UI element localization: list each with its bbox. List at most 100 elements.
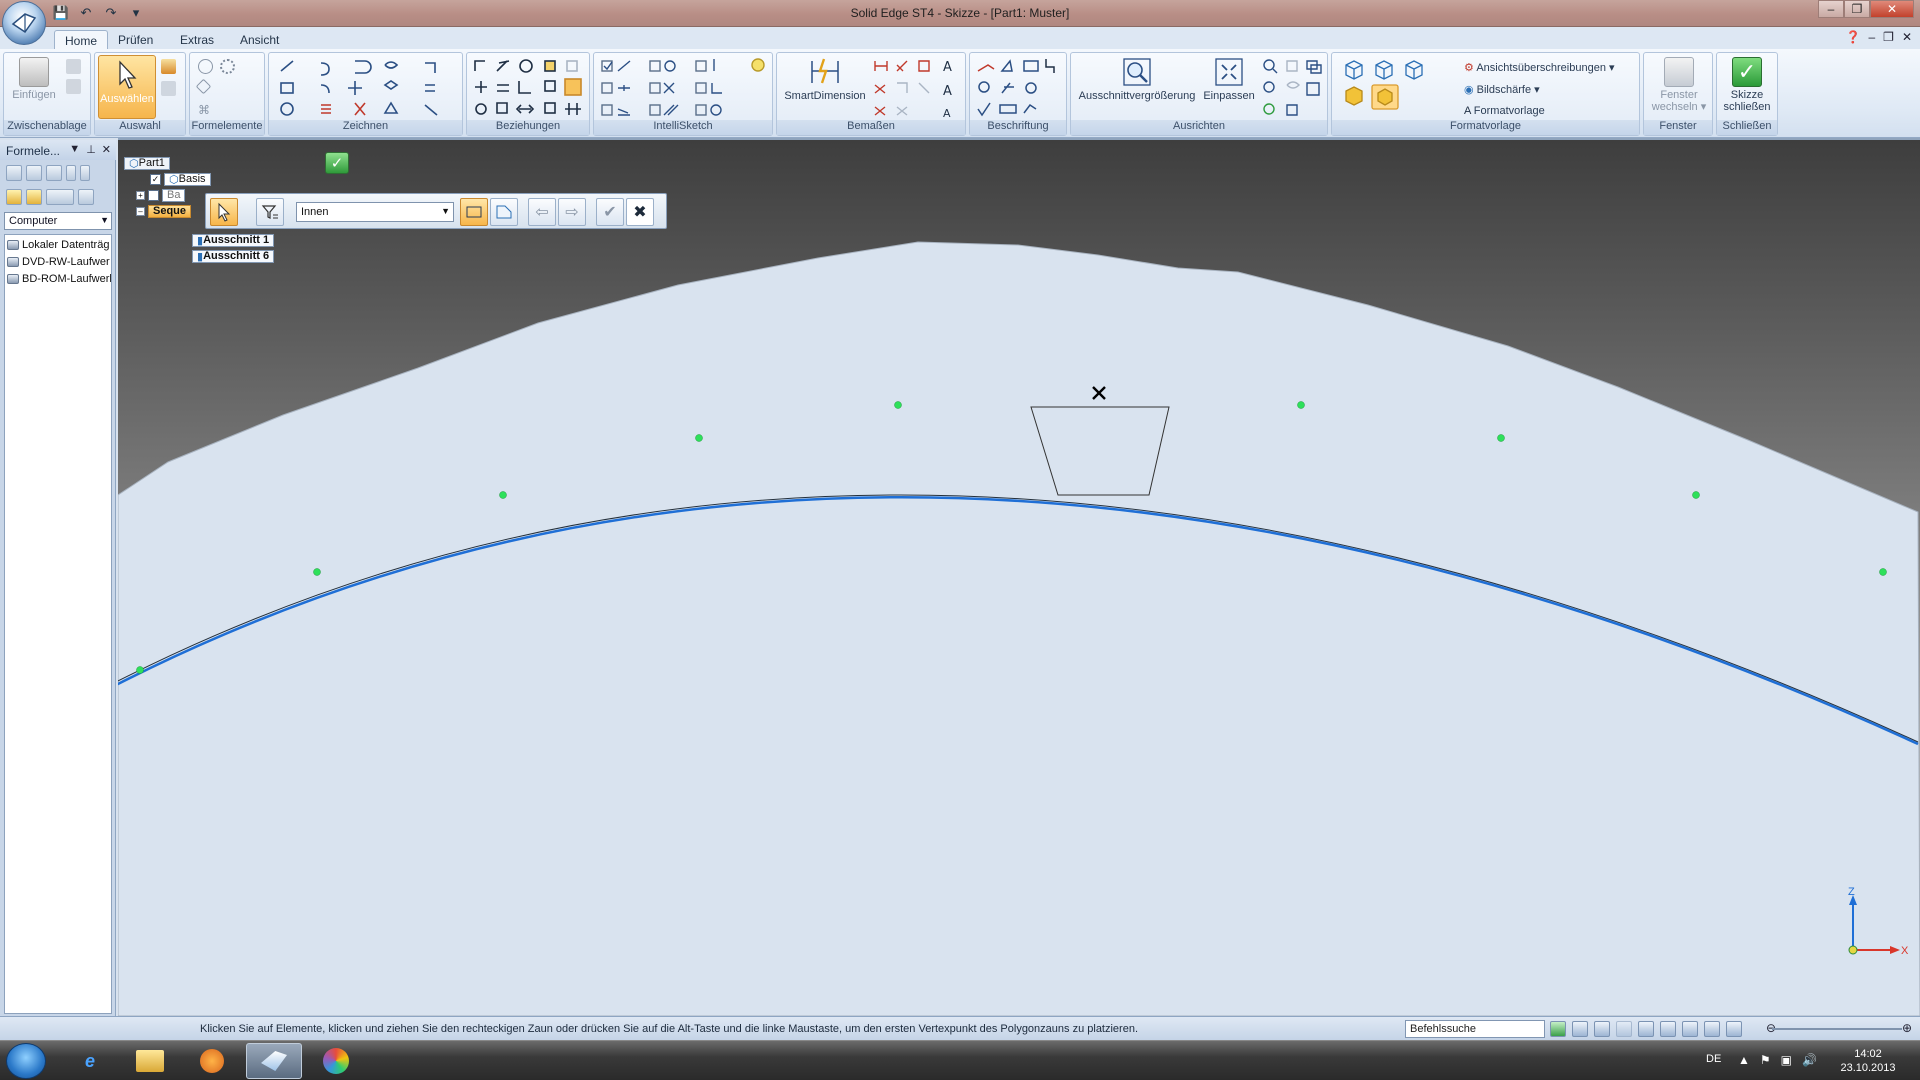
cut-icon[interactable] bbox=[66, 59, 81, 74]
doc-minimize-button[interactable]: – bbox=[1868, 30, 1875, 44]
accept-button[interactable]: ✔ bbox=[596, 198, 624, 226]
explorer-folder-icon[interactable] bbox=[122, 1043, 178, 1079]
zoom-area-icon[interactable] bbox=[1572, 1021, 1588, 1037]
list-item[interactable]: BD-ROM-Laufwerl bbox=[7, 271, 111, 287]
accept-check-icon[interactable]: ✓ bbox=[325, 152, 349, 174]
refresh-icon[interactable] bbox=[1550, 1021, 1566, 1037]
style-button[interactable]: A Formatvorlage bbox=[1464, 105, 1545, 117]
solid-edge-task-icon[interactable] bbox=[246, 1043, 302, 1079]
command-search-input[interactable]: Befehlssuche bbox=[1405, 1020, 1545, 1038]
panel-close-icon[interactable]: ✕ bbox=[102, 143, 111, 156]
tab-layers-icon[interactable] bbox=[46, 165, 62, 181]
network-icon[interactable]: ▣ bbox=[1781, 1053, 1792, 1067]
expand-icon[interactable]: + bbox=[136, 190, 145, 200]
feature-mirror-icon[interactable]: ⌘ bbox=[198, 103, 213, 118]
fit-button[interactable]: Einpassen bbox=[1201, 57, 1257, 102]
tab-next-icon[interactable] bbox=[80, 165, 90, 181]
list-item[interactable]: DVD-RW-Laufwer bbox=[7, 254, 111, 270]
search-icon[interactable] bbox=[78, 189, 94, 205]
annotation-tools-icon[interactable] bbox=[976, 57, 1062, 121]
visibility-checkbox[interactable] bbox=[148, 189, 159, 201]
zoom-in-icon[interactable]: ⊕ bbox=[1902, 1021, 1912, 1035]
rotate-icon[interactable] bbox=[1682, 1021, 1698, 1037]
sharpness-menu[interactable]: ◉ Bildschärfe ▾ bbox=[1464, 83, 1540, 96]
select-tool-icon[interactable] bbox=[161, 59, 176, 74]
tree-item-ausschnitt-6[interactable]: ▮ Ausschnitt 6 bbox=[192, 249, 275, 263]
select-filter-button[interactable] bbox=[256, 198, 284, 226]
fence-mode-select[interactable]: Innen ▼ bbox=[296, 202, 454, 222]
action-center-icon[interactable]: ⚑ bbox=[1760, 1053, 1771, 1067]
panel-menu-icon[interactable]: ▼ bbox=[69, 143, 80, 156]
panel-pin-icon[interactable]: ⊥ bbox=[86, 143, 96, 156]
close-sketch-button[interactable]: ✓ Skizze schließen bbox=[1719, 57, 1775, 113]
feature-circle-icon[interactable] bbox=[198, 59, 213, 74]
view-overrides-menu[interactable]: ⚙ Ansichtsüberschreibungen ▾ bbox=[1464, 61, 1615, 74]
zoom-slider[interactable] bbox=[1772, 1028, 1902, 1030]
view-cube-icon[interactable] bbox=[1704, 1021, 1720, 1037]
doc-close-button[interactable]: ✕ bbox=[1902, 30, 1912, 44]
tree-item-sequence[interactable]: – Seque bbox=[136, 204, 192, 218]
paint-icon[interactable] bbox=[308, 1043, 364, 1079]
smart-dimension-button[interactable]: SmartDimension bbox=[783, 57, 867, 102]
list-item[interactable]: Lokaler Datenträg bbox=[7, 237, 111, 253]
part-surface[interactable] bbox=[118, 241, 1920, 1016]
location-combo[interactable]: Computer ▼ bbox=[4, 212, 112, 230]
graphics-window[interactable] bbox=[118, 140, 1920, 1016]
paste-button[interactable]: Einfügen bbox=[8, 57, 60, 101]
cancel-button[interactable]: ✖ bbox=[626, 198, 654, 226]
doc-restore-button[interactable]: ❐ bbox=[1883, 30, 1894, 44]
view-cubes-icon[interactable] bbox=[1342, 59, 1442, 119]
rectangle-fence-button[interactable] bbox=[460, 198, 488, 226]
sketch-geometry[interactable] bbox=[118, 140, 1920, 1016]
application-button[interactable] bbox=[2, 1, 46, 45]
visibility-checkbox[interactable]: ✓ bbox=[150, 173, 161, 185]
view-style-icon[interactable] bbox=[1726, 1021, 1742, 1037]
minimize-button[interactable]: – bbox=[1818, 0, 1844, 18]
restore-button[interactable]: ❐ bbox=[1844, 0, 1870, 18]
fit-icon[interactable] bbox=[1638, 1021, 1654, 1037]
polygon-fence-button[interactable] bbox=[490, 198, 518, 226]
next-button[interactable]: ⇨ bbox=[558, 198, 586, 226]
internet-explorer-icon[interactable]: e bbox=[62, 1043, 118, 1079]
feature-diamond-icon[interactable] bbox=[195, 78, 212, 95]
language-indicator[interactable]: DE bbox=[1706, 1053, 1721, 1065]
clock[interactable]: 14:02 23.10.2013 bbox=[1832, 1047, 1904, 1075]
zoom-area-button[interactable]: Ausschnittvergrößerung bbox=[1075, 57, 1199, 102]
help-icon[interactable]: ❓ bbox=[1846, 30, 1861, 44]
feature-pattern-icon[interactable] bbox=[220, 59, 235, 74]
tray-expand-icon[interactable]: ▲ bbox=[1738, 1053, 1750, 1067]
copy-icon[interactable] bbox=[66, 79, 81, 94]
view-tools-icon[interactable] bbox=[1261, 57, 1325, 121]
tab-library-icon[interactable] bbox=[26, 165, 42, 181]
select-filter-icon[interactable] bbox=[161, 81, 176, 96]
view-mode-icon[interactable] bbox=[46, 189, 74, 205]
select-button[interactable]: Auswählen bbox=[98, 55, 156, 119]
zoom-icon[interactable] bbox=[1594, 1021, 1610, 1037]
tab-ansicht[interactable]: Ansicht bbox=[230, 30, 289, 49]
tab-extras[interactable]: Extras bbox=[170, 30, 224, 49]
tab-features-icon[interactable] bbox=[6, 165, 22, 181]
tree-item-base2[interactable]: + Ba bbox=[136, 188, 186, 202]
pan-icon[interactable] bbox=[1660, 1021, 1676, 1037]
dimension-tools-icon[interactable]: A A A bbox=[873, 57, 963, 121]
zoom-disabled-icon[interactable] bbox=[1616, 1021, 1632, 1037]
collapse-icon[interactable]: – bbox=[136, 206, 145, 216]
relations-tools-icon[interactable] bbox=[473, 57, 585, 121]
new-folder-icon[interactable] bbox=[26, 189, 42, 205]
tree-item-basis[interactable]: ✓ ⬡ Basis bbox=[150, 172, 211, 186]
volume-icon[interactable]: 🔊 bbox=[1802, 1053, 1817, 1067]
tree-item-ausschnitt-1[interactable]: ▮ Ausschnitt 1 bbox=[192, 233, 275, 247]
tab-home[interactable]: Home bbox=[54, 30, 109, 49]
draw-tools-icon[interactable] bbox=[275, 57, 460, 121]
select-mode-button[interactable] bbox=[210, 198, 238, 226]
tree-root[interactable]: ⬡ Part1 bbox=[124, 156, 170, 170]
intellisketch-tools-icon[interactable] bbox=[600, 57, 768, 121]
media-player-icon[interactable] bbox=[184, 1043, 240, 1079]
switch-window-button[interactable]: Fenster wechseln ▾ bbox=[1648, 57, 1710, 113]
start-button[interactable] bbox=[6, 1043, 46, 1079]
tab-prev-icon[interactable] bbox=[66, 165, 76, 181]
close-button[interactable]: ✕ bbox=[1870, 0, 1914, 18]
previous-button[interactable]: ⇦ bbox=[528, 198, 556, 226]
tab-pruefen[interactable]: Prüfen bbox=[108, 30, 163, 49]
folder-up-icon[interactable] bbox=[6, 189, 22, 205]
